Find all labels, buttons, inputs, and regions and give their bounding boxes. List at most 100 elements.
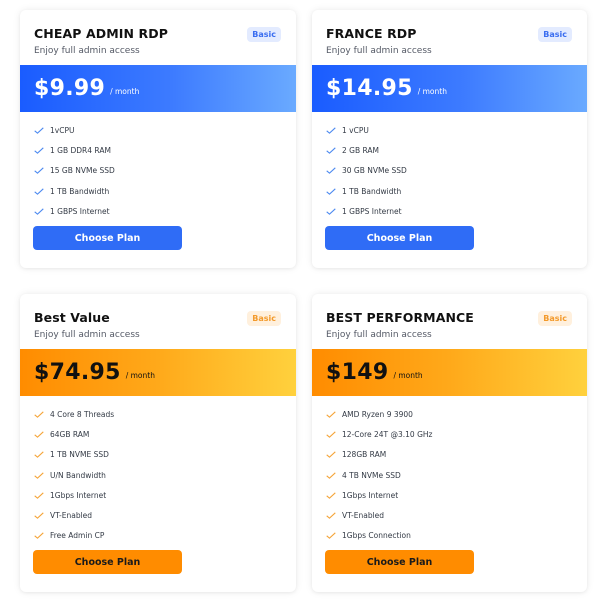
feature-text: 4 TB NVMe SSD [342,470,401,480]
feature-text: 1 GBPS Internet [342,206,402,216]
check-icon [34,431,44,438]
plan-badge: Basic [247,311,281,326]
check-icon [326,492,336,499]
plan-card-cheap-admin-rdp: CHEAP ADMIN RDP Enjoy full admin access … [20,10,296,268]
check-icon [34,208,44,215]
feature-list: 4 Core 8 Threads 64GB RAM 1 TB NVME SSD … [34,404,114,546]
feature-item: 4 Core 8 Threads [34,404,114,424]
plan-price: $149 [326,360,389,385]
check-icon [326,471,336,479]
feature-text: 128GB RAM [342,450,387,460]
plan-period: / month [417,86,447,96]
check-icon [326,208,336,215]
plan-price: $74.95 [34,360,121,385]
feature-text: U/N Bandwidth [50,470,106,480]
feature-list: 1vCPU 1 GB DDR4 RAM 15 GB NVMe SSD 1 TB … [34,120,115,221]
check-icon [326,512,336,520]
plan-badge: Basic [538,27,572,42]
check-icon [326,411,336,418]
plan-subtitle: Enjoy full admin access [326,330,432,340]
feature-item: 128GB RAM [326,445,432,465]
check-icon [34,147,44,154]
feature-item: 4 TB NVMe SSD [326,465,432,485]
feature-list: 1 vCPU 2 GB RAM 30 GB NVMe SSD 1 TB Band… [326,120,407,221]
check-icon [326,167,336,175]
feature-item: 1 TB Bandwidth [34,181,115,201]
feature-text: 30 GB NVMe SSD [342,166,407,176]
feature-text: 1 TB Bandwidth [50,186,110,196]
check-icon [326,127,336,134]
feature-item: 1 GB DDR4 RAM [34,140,115,160]
feature-item: VT-Enabled [34,505,114,525]
price-band: $9.99 / month [20,65,296,112]
feature-text: AMD Ryzen 9 3900 [342,409,413,419]
plan-period: / month [125,370,155,380]
check-icon [34,167,44,175]
choose-plan-button[interactable]: Choose Plan [325,550,474,574]
plan-title: Best Value [34,310,110,325]
plan-card-best-performance: BEST PERFORMANCE Enjoy full admin access… [312,294,587,592]
feature-item: 30 GB NVMe SSD [326,161,407,181]
feature-item: 12-Core 24T @3.10 GHz [326,424,432,444]
feature-text: 1 GBPS Internet [50,206,110,216]
plan-price: $9.99 [34,76,106,101]
feature-text: 1Gbps Connection [342,531,411,541]
feature-text: 1 TB Bandwidth [342,186,402,196]
plan-subtitle: Enjoy full admin access [326,46,432,56]
plan-title: FRANCE RDP [326,26,417,41]
choose-plan-button[interactable]: Choose Plan [33,226,182,250]
feature-item: 1 GBPS Internet [326,201,407,221]
feature-item: 1 GBPS Internet [34,201,115,221]
feature-item: Free Admin CP [34,526,114,546]
feature-item: VT-Enabled [326,505,432,525]
plan-price: $14.95 [326,76,413,101]
check-icon [34,492,44,499]
check-icon [34,411,44,418]
feature-text: 1vCPU [50,125,75,135]
feature-text: 64GB RAM [50,429,90,439]
feature-text: 4 Core 8 Threads [50,409,115,419]
feature-text: 15 GB NVMe SSD [50,166,115,176]
feature-item: U/N Bandwidth [34,465,114,485]
feature-list: AMD Ryzen 9 3900 12-Core 24T @3.10 GHz 1… [326,404,432,546]
choose-plan-button[interactable]: Choose Plan [33,550,182,574]
plan-period: / month [110,86,140,96]
feature-text: 1Gbps Internet [342,490,399,500]
check-icon [326,532,336,540]
check-icon [34,532,44,540]
feature-item: 1 vCPU [326,120,407,140]
plan-subtitle: Enjoy full admin access [34,330,140,340]
feature-item: 15 GB NVMe SSD [34,161,115,181]
plan-badge: Basic [538,311,572,326]
check-icon [326,451,336,459]
feature-item: 1Gbps Connection [326,526,432,546]
plan-subtitle: Enjoy full admin access [34,46,140,56]
feature-text: 12-Core 24T @3.10 GHz [342,429,433,439]
check-icon [34,451,44,459]
choose-plan-button[interactable]: Choose Plan [325,226,474,250]
feature-text: VT-Enabled [50,511,93,521]
feature-item: 1 TB Bandwidth [326,181,407,201]
feature-item: 64GB RAM [34,424,114,444]
check-icon [326,431,336,438]
feature-item: 2 GB RAM [326,140,407,160]
plan-card-best-value: Best Value Enjoy full admin access Basic… [20,294,296,592]
feature-text: 1 vCPU [342,125,369,135]
feature-item: AMD Ryzen 9 3900 [326,404,432,424]
plan-title: CHEAP ADMIN RDP [34,26,168,41]
plan-card-france-rdp: FRANCE RDP Enjoy full admin access Basic… [312,10,587,268]
check-icon [34,512,44,520]
feature-text: 1 TB NVME SSD [50,450,109,460]
feature-text: Free Admin CP [50,531,105,541]
feature-item: 1vCPU [34,120,115,140]
feature-item: 1Gbps Internet [326,485,432,505]
check-icon [34,471,44,479]
plan-badge: Basic [247,27,281,42]
feature-item: 1Gbps Internet [34,485,114,505]
feature-text: 2 GB RAM [342,145,380,155]
feature-item: 1 TB NVME SSD [34,445,114,465]
check-icon [34,187,44,195]
feature-text: 1 GB DDR4 RAM [50,145,111,155]
plan-title: BEST PERFORMANCE [326,310,474,325]
price-band: $149 / month [312,349,587,396]
